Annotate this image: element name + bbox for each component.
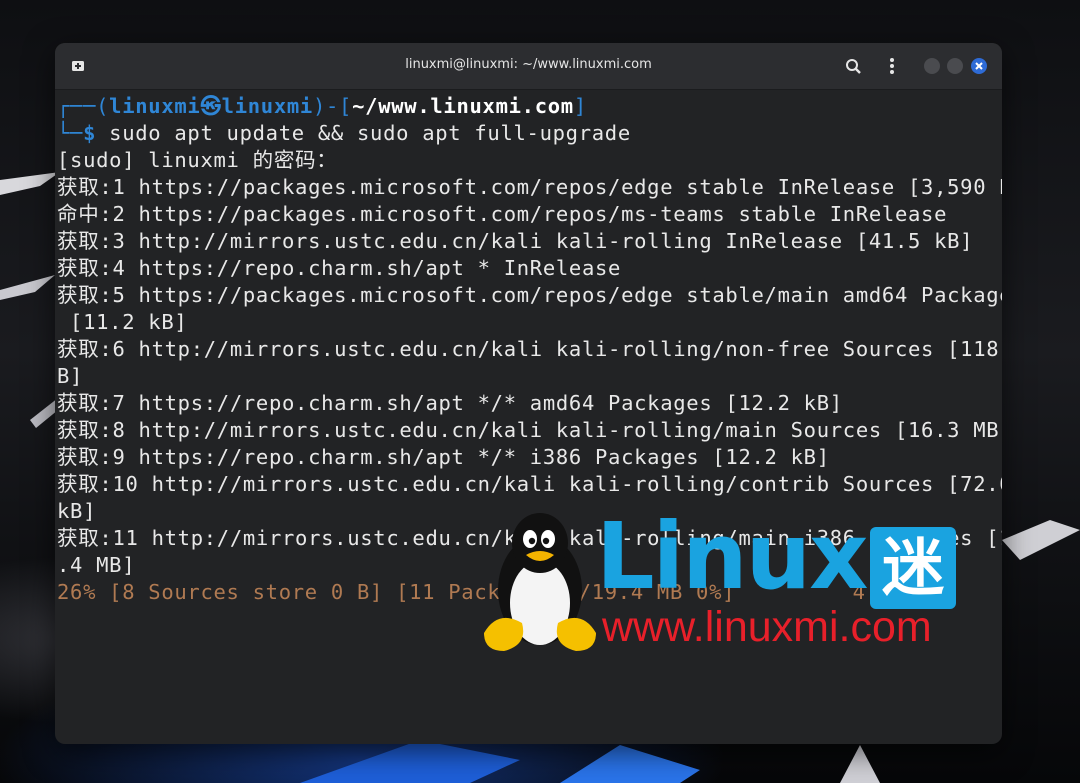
maximize-icon[interactable] bbox=[947, 58, 963, 74]
command-text: sudo apt update && sudo apt full-upgrade bbox=[96, 121, 631, 145]
output-line: 获取:6 http://mirrors.ustc.edu.cn/kali kal… bbox=[57, 337, 1002, 361]
prompt-dollar: $ bbox=[83, 121, 97, 145]
command-line: └─$ sudo apt update && sudo apt full-upg… bbox=[57, 120, 1002, 147]
output-line: 获取:4 https://repo.charm.sh/apt * InRelea… bbox=[57, 256, 622, 280]
prompt-frame: ] bbox=[573, 94, 587, 118]
output-line: [11.2 kB] bbox=[57, 310, 188, 334]
brand-url: www.linuxmi.com bbox=[602, 603, 932, 651]
title-bar: linuxmi@linuxmi: ~/www.linuxmi.com bbox=[55, 43, 1002, 90]
output-line: [sudo] linuxmi 的密码： bbox=[57, 148, 338, 172]
prompt-frame: )-[ bbox=[312, 94, 353, 118]
output-line: 获取:10 http://mirrors.ustc.edu.cn/kali ka… bbox=[57, 472, 1002, 496]
brand-cn-badge: 迷 bbox=[870, 527, 956, 609]
output-line: 获取:9 https://repo.charm.sh/apt */* i386 … bbox=[57, 445, 830, 469]
prompt-line: ┌──(linuxmi㉿linuxmi)-[~/www.linuxmi.com] bbox=[57, 93, 1002, 120]
prompt-user: linuxmi㉿linuxmi bbox=[109, 94, 313, 118]
minimize-icon[interactable] bbox=[924, 58, 940, 74]
prompt-arrow: └─ bbox=[57, 121, 84, 145]
menu-icon[interactable] bbox=[881, 55, 903, 77]
output-line: 命中:2 https://packages.microsoft.com/repo… bbox=[57, 202, 948, 226]
brand-wordmark: Linux bbox=[596, 503, 868, 610]
tux-penguin-icon bbox=[484, 513, 596, 651]
output-line: 获取:7 https://repo.charm.sh/apt */* amd64… bbox=[57, 391, 843, 415]
close-icon[interactable] bbox=[971, 58, 987, 74]
output-line: 获取:5 https://packages.microsoft.com/repo… bbox=[57, 283, 1002, 307]
output-line: 获取:8 http://mirrors.ustc.edu.cn/kali kal… bbox=[57, 418, 1002, 442]
output-line: 获取:1 https://packages.microsoft.com/repo… bbox=[57, 175, 1002, 199]
output-line: B] bbox=[57, 364, 84, 388]
output-line: 获取:3 http://mirrors.ustc.edu.cn/kali kal… bbox=[57, 229, 974, 253]
prompt-path: ~/www.linuxmi.com bbox=[352, 94, 574, 118]
search-icon[interactable] bbox=[842, 55, 864, 77]
watermark-logo: Linux 迷 www.linuxmi.com bbox=[478, 505, 983, 655]
prompt-frame: ┌──( bbox=[57, 94, 110, 118]
